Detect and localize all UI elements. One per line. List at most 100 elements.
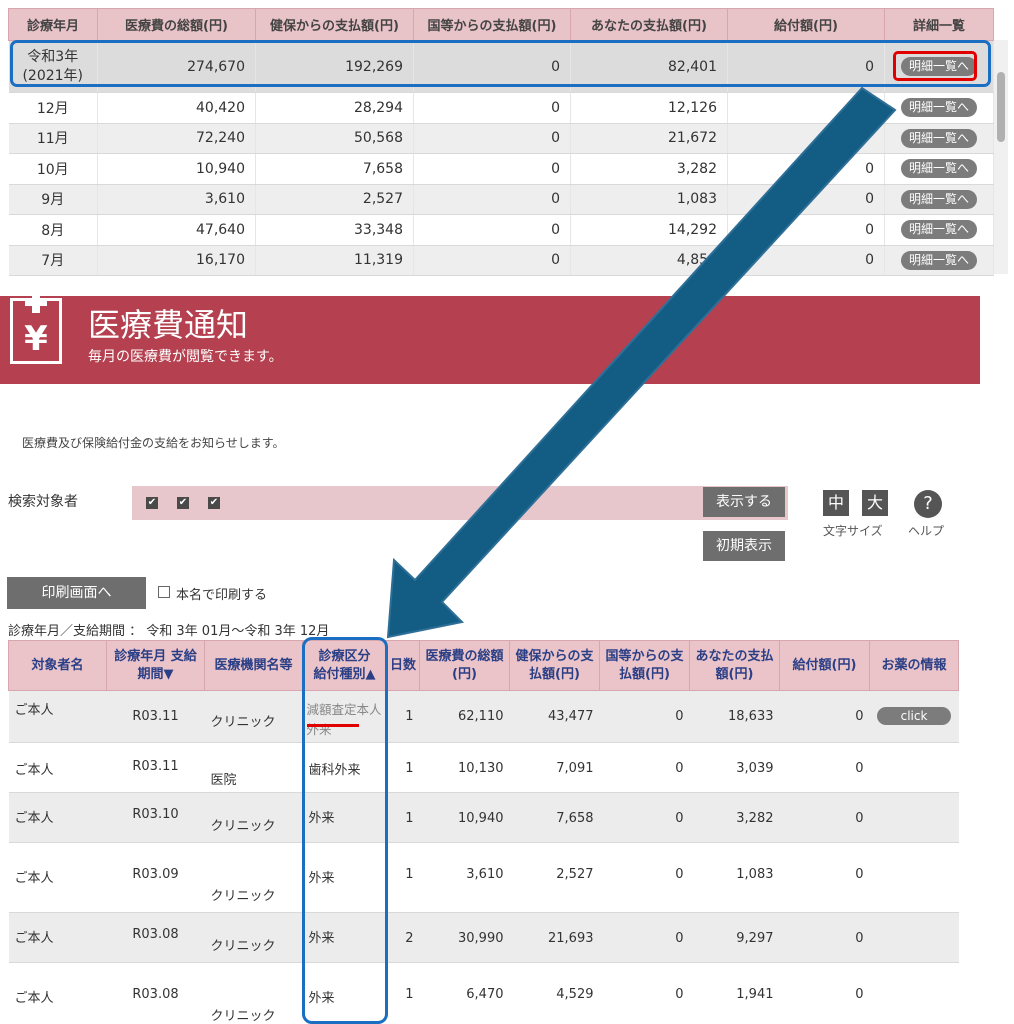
table-row: ご本人 R03.09 クリニック 外来 1 3,610 2,527 0 1,08… bbox=[8, 842, 959, 913]
cell-kuni: 0 bbox=[599, 742, 690, 793]
cell-kuni: 0 bbox=[599, 962, 690, 1024]
real-name-print-checkbox[interactable] bbox=[158, 586, 170, 598]
cell-self: 18,633 bbox=[689, 690, 780, 743]
medical-fee-banner: ¥ 医療費通知 毎月の医療費が閲覧できます。 bbox=[0, 291, 980, 384]
summary-row: 11月 72,240 50,568 0 21,672 明細一覧へ bbox=[8, 123, 994, 154]
cell-days: 1 bbox=[386, 962, 420, 1024]
cell-benefit: 0 bbox=[779, 912, 870, 963]
summary-row: 12月 40,420 28,294 0 12,126 明細一覧へ bbox=[8, 92, 994, 124]
header-self: あなたの支払額(円) bbox=[689, 640, 780, 691]
detail-list-button[interactable]: 明細一覧へ bbox=[901, 220, 977, 240]
cell-total: 6,470 bbox=[419, 962, 510, 1024]
print-button[interactable]: 印刷画面へ bbox=[7, 577, 146, 609]
period-text: 診療年月／支給期間 ： 令和 3年 01月～令和 3年 12月 bbox=[8, 624, 330, 639]
row-kuni: 0 bbox=[413, 245, 571, 276]
cell-total: 10,130 bbox=[419, 742, 510, 793]
cell-self: 9,297 bbox=[689, 912, 780, 963]
cell-kenpo: 7,658 bbox=[509, 792, 600, 843]
cell-days: 1 bbox=[386, 690, 420, 743]
cell-benefit: 0 bbox=[779, 690, 870, 743]
target-checkbox-3[interactable]: ✔ bbox=[208, 497, 220, 509]
summary-row: 10月 10,940 7,658 0 3,282 0 明細一覧へ bbox=[8, 153, 994, 185]
medicine-click-button[interactable]: click bbox=[877, 707, 951, 725]
row-total: 10,940 bbox=[97, 153, 256, 185]
summary-header-row: 診療年月 医療費の総額(円) 健保からの支払額(円) 国等からの支払額(円) あ… bbox=[8, 8, 994, 41]
cell-kenpo: 21,693 bbox=[509, 912, 600, 963]
summary-row: 7月 16,170 11,319 0 4,851 0 明細一覧へ bbox=[8, 245, 994, 276]
cell-kenpo: 2,527 bbox=[509, 842, 600, 913]
row-benefit bbox=[727, 123, 885, 154]
cross-icon bbox=[25, 291, 47, 313]
row-month: 12月 bbox=[8, 92, 98, 124]
detail-list-button[interactable]: 明細一覧へ bbox=[901, 250, 977, 270]
category-column-highlight bbox=[302, 637, 388, 1024]
row-month: 8月 bbox=[8, 214, 98, 246]
header-period[interactable]: 診療年月 支給 期間▼ bbox=[106, 640, 205, 691]
cell-name: ご本人 bbox=[8, 962, 107, 1024]
yen-symbol: ¥ bbox=[24, 319, 48, 359]
medical-yen-icon: ¥ bbox=[10, 291, 62, 364]
cell-benefit: 0 bbox=[779, 842, 870, 913]
page-title: 医療費通知 bbox=[88, 306, 249, 344]
row-benefit bbox=[727, 92, 885, 124]
scrollbar-thumb[interactable] bbox=[997, 72, 1005, 142]
cell-self: 1,941 bbox=[689, 962, 780, 1024]
header-total: 医療費の総額(円) bbox=[97, 8, 256, 41]
show-button[interactable]: 表示する bbox=[703, 487, 785, 517]
row-total: 3,610 bbox=[97, 184, 256, 215]
font-size-label: 文字サイズ bbox=[823, 524, 883, 538]
cell-total: 3,610 bbox=[419, 842, 510, 913]
cell-kuni: 0 bbox=[599, 842, 690, 913]
cell-institution: クリニック bbox=[210, 889, 276, 904]
help-icon[interactable]: ? bbox=[914, 490, 942, 518]
cell-self: 1,083 bbox=[689, 842, 780, 913]
target-checkbox-2[interactable]: ✔ bbox=[177, 497, 189, 509]
row-benefit: 0 bbox=[727, 184, 885, 215]
detail-list-button[interactable]: 明細一覧へ bbox=[901, 98, 977, 118]
cell-name: ご本人 bbox=[8, 842, 107, 913]
summary-row: 9月 3,610 2,527 0 1,083 0 明細一覧へ bbox=[8, 184, 994, 215]
cell-self: 3,039 bbox=[689, 742, 780, 793]
cell-benefit: 0 bbox=[779, 792, 870, 843]
font-size-medium-button[interactable]: 中 bbox=[823, 490, 849, 516]
cell-medicine bbox=[869, 842, 959, 913]
cell-kenpo: 7,091 bbox=[509, 742, 600, 793]
header-kuni: 国等からの支払額(円) bbox=[599, 640, 690, 691]
detail-header-row: 対象者名 診療年月 支給 期間▼ 医療機関名等 診療区分 給付種別▲ 日数 医療費の… bbox=[8, 640, 959, 691]
cell-total: 10,940 bbox=[419, 792, 510, 843]
table-row: ご本人 R03.11 クリニック 減額査定 本人 外来 1 62,110 43,4… bbox=[8, 690, 959, 743]
row-total: 47,640 bbox=[97, 214, 256, 246]
cell-period: R03.08 bbox=[106, 962, 205, 1024]
row-kuni: 0 bbox=[413, 214, 571, 246]
reset-button[interactable]: 初期表示 bbox=[703, 531, 785, 561]
target-checkbox-1[interactable]: ✔ bbox=[146, 497, 158, 509]
cell-benefit: 0 bbox=[779, 962, 870, 1024]
cell-institution: 医院 bbox=[210, 773, 237, 788]
cell-days: 1 bbox=[386, 792, 420, 843]
row-kenpo: 2,527 bbox=[255, 184, 414, 215]
search-target-label: 検索対象者 bbox=[8, 494, 78, 510]
header-kenpo: 健保からの支払額(円) bbox=[509, 640, 600, 691]
row-total: 16,170 bbox=[97, 245, 256, 276]
row-month: 10月 bbox=[8, 153, 98, 185]
row-kuni: 0 bbox=[413, 123, 571, 154]
detail-list-button[interactable]: 明細一覧へ bbox=[901, 159, 977, 179]
header-self: あなたの支払額(円) bbox=[570, 8, 728, 41]
detail-list-button[interactable]: 明細一覧へ bbox=[901, 189, 977, 209]
cell-medicine bbox=[869, 912, 959, 963]
cell-total: 30,990 bbox=[419, 912, 510, 963]
row-kenpo: 33,348 bbox=[255, 214, 414, 246]
table-row: ご本人 R03.08 クリニック 外来 1 6,470 4,529 0 1,94… bbox=[8, 962, 959, 1024]
cell-days: 2 bbox=[386, 912, 420, 963]
summary-row: 8月 47,640 33,348 0 14,292 0 明細一覧へ bbox=[8, 214, 994, 246]
cell-kuni: 0 bbox=[599, 912, 690, 963]
table-row: ご本人 R03.08 クリニック 外来 2 30,990 21,693 0 9,… bbox=[8, 912, 959, 963]
header-name: 対象者名 bbox=[8, 640, 107, 691]
cell-name: ご本人 bbox=[8, 742, 107, 793]
row-kuni: 0 bbox=[413, 184, 571, 215]
cell-institution: クリニック bbox=[210, 715, 276, 730]
font-size-large-button[interactable]: 大 bbox=[862, 490, 888, 516]
cell-period: R03.11 bbox=[106, 690, 205, 743]
cell-period: R03.11 bbox=[106, 742, 205, 793]
detail-list-button[interactable]: 明細一覧へ bbox=[901, 128, 977, 148]
